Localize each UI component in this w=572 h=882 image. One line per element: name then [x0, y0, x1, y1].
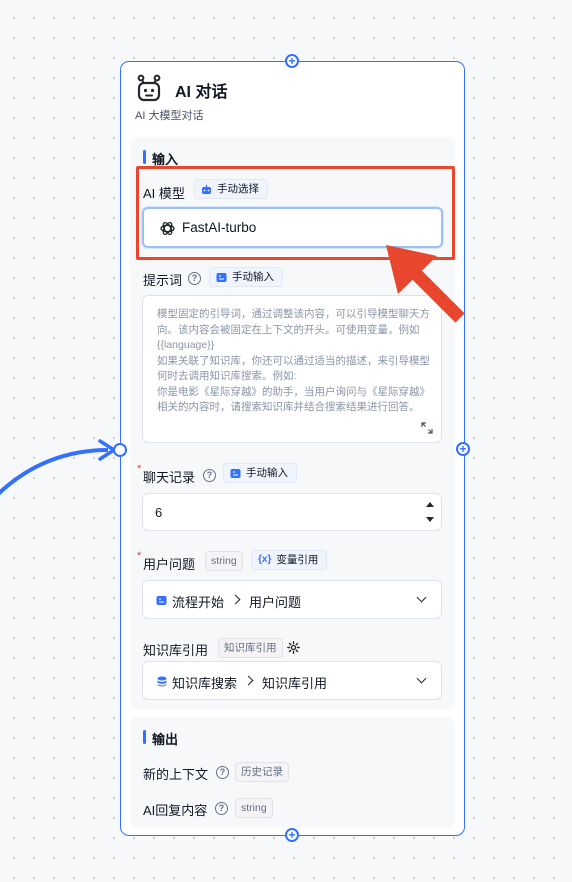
output-section: 输出 新的上下文 ? 历史记录 AI回复内容 ? string: [130, 717, 455, 828]
history-help-icon[interactable]: ?: [203, 469, 216, 482]
bottom-handle[interactable]: +: [285, 828, 299, 842]
robot-icon: [137, 74, 161, 102]
reply-help-icon[interactable]: ?: [215, 802, 228, 815]
user-question-source: 流程开始: [172, 595, 225, 610]
prompt-placeholder: 模型固定的引导词，通过调整该内容，可以引导模型聊天方向。该内容会被固定在上下文的…: [157, 308, 430, 413]
prompt-label: 提示词: [143, 273, 183, 288]
user-question-mode-label: 变量引用: [276, 554, 319, 566]
history-label: * 聊天记录: [137, 463, 196, 485]
user-question-select[interactable]: 流程开始 用户问题: [142, 580, 442, 619]
input-small-icon: [230, 468, 241, 478]
knowledge-source: 知识库搜索: [172, 676, 238, 691]
input-small-icon: [216, 272, 227, 282]
history-mode-tag[interactable]: 手动输入: [223, 463, 297, 483]
required-mark: *: [137, 550, 142, 562]
user-question-type-tag: string: [205, 551, 243, 571]
node-subtitle: AI 大模型对话: [135, 110, 204, 122]
variable-icon: {x}: [258, 554, 272, 566]
knowledge-select[interactable]: 知识库搜索 知识库引用: [142, 661, 442, 700]
prompt-mode-tag[interactable]: 手动输入: [209, 267, 283, 287]
knowledge-type-tag: 知识库引用: [218, 638, 283, 658]
knowledge-field: 知识库引用: [262, 676, 328, 691]
required-mark: *: [137, 463, 142, 475]
expand-icon[interactable]: [421, 422, 433, 434]
reply-label: AI回复内容: [143, 803, 208, 818]
prompt-help-icon[interactable]: ?: [188, 272, 201, 285]
context-type-tag: 历史记录: [235, 762, 289, 782]
user-question-label: * 用户问题: [137, 550, 196, 572]
chevron-down-icon[interactable]: [416, 673, 427, 684]
connection-edge[interactable]: [0, 448, 109, 498]
reply-type-tag: string: [235, 798, 273, 818]
highlight-box: [136, 166, 455, 260]
chevron-down-icon[interactable]: [416, 592, 427, 603]
breadcrumb-separator-icon: [243, 675, 254, 686]
knowledge-label: 知识库引用: [143, 643, 209, 658]
context-help-icon[interactable]: ?: [216, 766, 229, 779]
gear-icon[interactable]: [287, 641, 300, 654]
node-header: AI 对话 AI 大模型对话: [135, 74, 450, 124]
context-label: 新的上下文: [143, 767, 209, 782]
top-handle[interactable]: +: [285, 54, 299, 68]
database-icon: [157, 676, 167, 687]
right-source-handle[interactable]: +: [456, 442, 470, 456]
output-section-title: 输出: [143, 729, 178, 748]
connection-arrowhead: [98, 439, 116, 461]
history-number-input[interactable]: 6: [142, 493, 442, 531]
flow-start-icon: [156, 596, 167, 605]
user-question-mode-tag[interactable]: {x} 变量引用: [251, 550, 328, 570]
breadcrumb-separator-icon: [230, 594, 241, 605]
left-target-handle[interactable]: [113, 443, 127, 457]
stepper-icon[interactable]: [425, 499, 435, 525]
prompt-mode-label: 手动输入: [232, 271, 274, 283]
user-question-field: 用户问题: [249, 595, 302, 610]
history-value: 6: [155, 505, 163, 520]
node-title: AI 对话: [175, 84, 228, 101]
prompt-textarea[interactable]: 模型固定的引导词，通过调整该内容，可以引导模型聊天方向。该内容会被固定在上下文的…: [142, 295, 442, 443]
history-mode-label: 手动输入: [246, 467, 288, 479]
